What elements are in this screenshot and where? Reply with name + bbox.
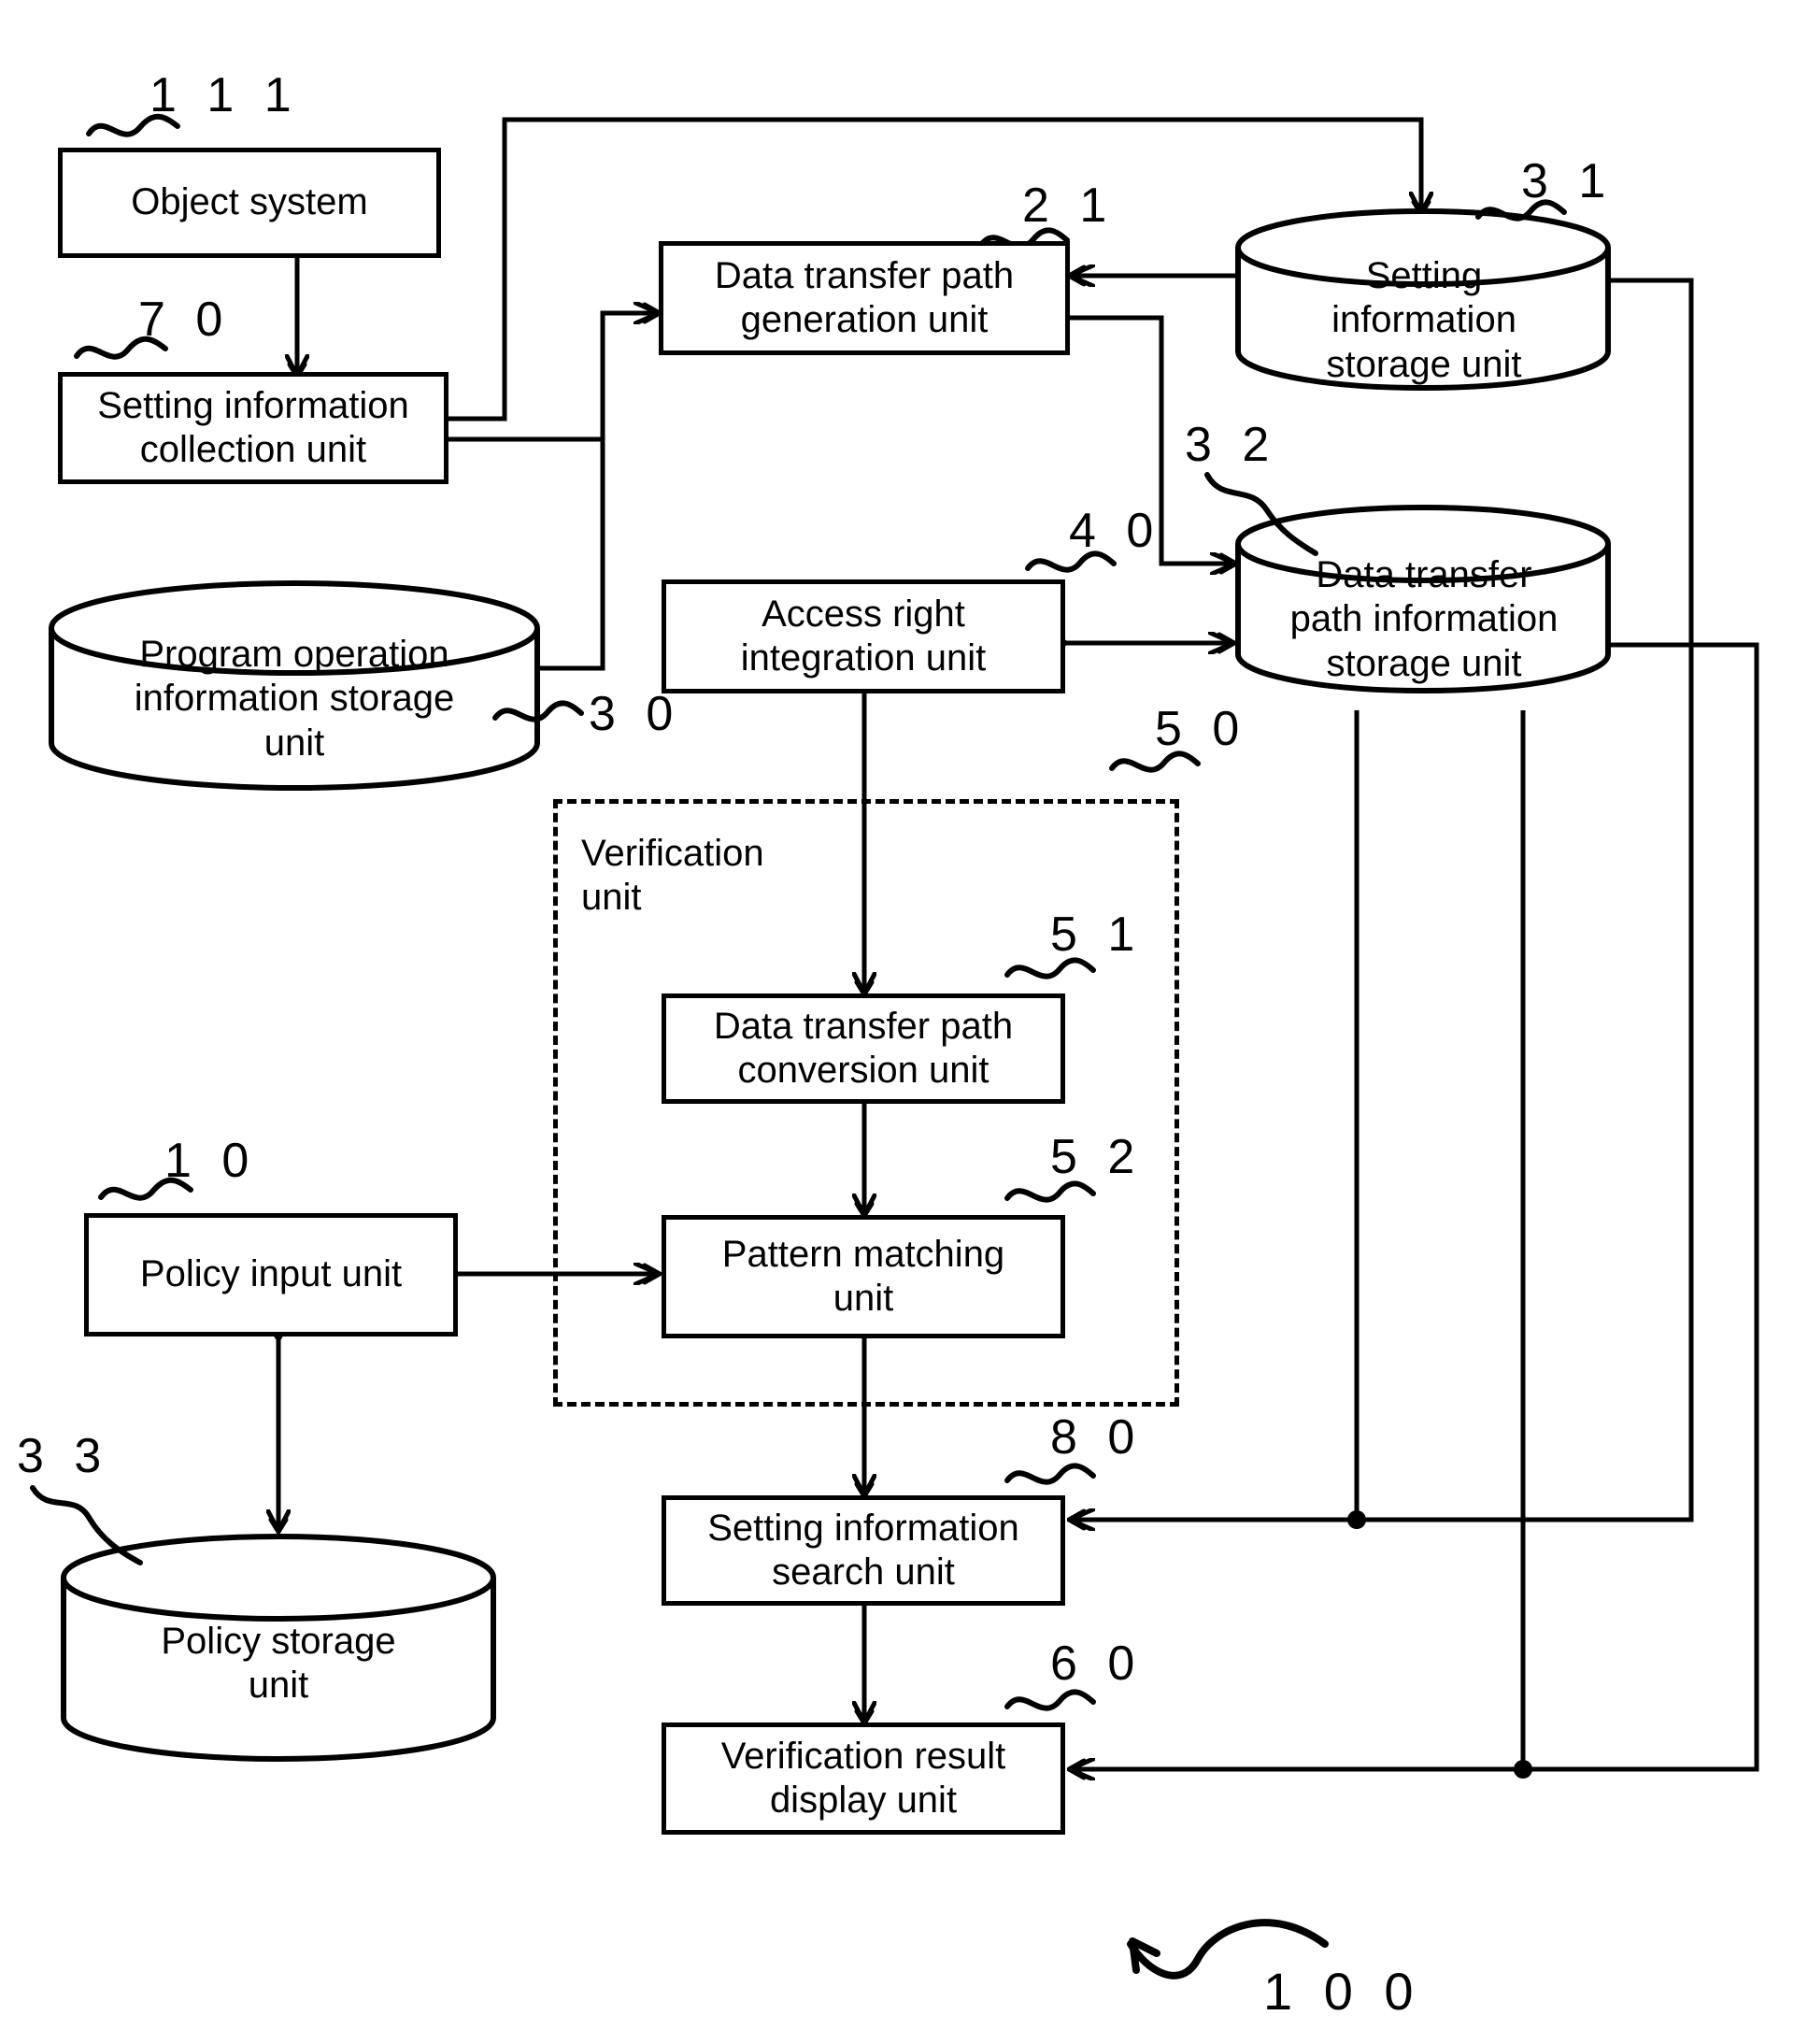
node-data-transfer-path-generation-unit[interactable]: Data transfer path generation unit <box>659 241 1070 355</box>
node-access-right-integration-unit[interactable]: Access right integration unit <box>662 579 1065 693</box>
cylinder-policy-storage <box>61 1533 496 1763</box>
node-setting-information-search-unit-line-1: Setting information <box>707 1507 1019 1549</box>
ref-50: 5 0 <box>1155 702 1248 756</box>
node-pattern-matching-unit-line-1: Pattern matching <box>721 1233 1005 1275</box>
node-setting-information-storage-unit-line-1: Setting <box>1365 255 1483 297</box>
node-setting-information-storage-unit-line-3: storage unit <box>1326 343 1522 385</box>
node-verification-result-display-unit[interactable]: Verification result display unit <box>662 1722 1065 1835</box>
node-setting-information-search-unit-line-2: search unit <box>772 1551 955 1593</box>
ref-40: 4 0 <box>1069 504 1162 558</box>
group-verification-unit-label-line-1: Verification <box>581 833 764 874</box>
node-data-transfer-path-information-storage-unit-line-3: storage unit <box>1326 642 1522 684</box>
node-data-transfer-path-information-storage-unit[interactable]: Data transfer path information storage u… <box>1241 554 1607 683</box>
node-object-system[interactable]: Object system <box>58 148 441 258</box>
node-data-transfer-path-conversion-unit[interactable]: Data transfer path conversion unit <box>662 993 1065 1104</box>
node-policy-storage-unit-line-1: Policy storage <box>161 1620 396 1662</box>
node-setting-information-storage-unit-line-2: information <box>1331 299 1516 341</box>
group-verification-unit-label-line-2: unit <box>581 877 642 919</box>
node-setting-information-search-unit[interactable]: Setting information search unit <box>662 1495 1065 1606</box>
node-policy-storage-unit[interactable]: Policy storage unit <box>64 1612 493 1715</box>
ref-32: 3 2 <box>1185 418 1278 472</box>
node-data-transfer-path-conversion-unit-line-1: Data transfer path <box>713 1005 1014 1047</box>
cylinder-data-transfer-path-information-storage <box>1235 504 1611 694</box>
node-policy-storage-unit-line-2: unit <box>248 1665 309 1706</box>
node-verification-result-display-unit-line-1: Verification result <box>720 1735 1006 1777</box>
node-program-operation-information-storage-unit-line-2: information storage <box>134 678 455 720</box>
node-setting-information-storage-unit[interactable]: Setting information storage unit <box>1241 255 1607 384</box>
ref-33: 3 3 <box>17 1429 110 1483</box>
node-policy-input-unit-line-1: Policy input unit <box>139 1253 403 1295</box>
node-pattern-matching-unit-line-2: unit <box>833 1278 894 1319</box>
ref-111: 1 1 1 <box>149 68 300 122</box>
cylinder-program-operation-storage <box>49 579 540 792</box>
node-data-transfer-path-information-storage-unit-line-2: path information <box>1289 598 1559 640</box>
ref-52: 5 2 <box>1050 1130 1144 1184</box>
ref-21: 2 1 <box>1022 179 1116 233</box>
ref-60: 6 0 <box>1050 1637 1144 1691</box>
node-program-operation-information-storage-unit-line-1: Program operation <box>139 634 449 676</box>
ref-100-overall-system: 1 0 0 <box>1263 1962 1422 2021</box>
node-data-transfer-path-information-storage-unit-line-1: Data transfer <box>1316 554 1532 596</box>
ref-31: 3 1 <box>1521 154 1615 208</box>
patent-figure-canvas: Object system 1 1 1 Setting information … <box>0 0 1808 2044</box>
group-verification-unit-label: Verification unit <box>581 832 861 920</box>
ref-51: 5 1 <box>1050 908 1144 962</box>
node-access-right-integration-unit-line-1: Access right <box>762 593 965 635</box>
node-program-operation-information-storage-unit[interactable]: Program operation information storage un… <box>56 634 533 763</box>
ref-70: 7 0 <box>138 293 232 347</box>
ref-10: 1 0 <box>164 1134 258 1188</box>
node-data-transfer-path-generation-unit-line-2: generation unit <box>740 299 989 340</box>
node-verification-result-display-unit-line-2: display unit <box>769 1780 958 1821</box>
node-pattern-matching-unit[interactable]: Pattern matching unit <box>662 1215 1065 1338</box>
node-access-right-integration-unit-line-2: integration unit <box>740 637 987 679</box>
ref-30: 3 0 <box>589 687 682 741</box>
node-setting-information-collection-unit-line-1: Setting information <box>97 384 409 426</box>
node-policy-input-unit[interactable]: Policy input unit <box>84 1213 458 1336</box>
node-setting-information-collection-unit-line-2: collection unit <box>139 429 367 470</box>
node-object-system-line-1: Object system <box>131 181 368 223</box>
node-data-transfer-path-generation-unit-line-1: Data transfer path <box>714 254 1015 296</box>
node-data-transfer-path-conversion-unit-line-2: conversion unit <box>737 1050 989 1091</box>
node-setting-information-collection-unit[interactable]: Setting information collection unit <box>58 372 448 484</box>
node-program-operation-information-storage-unit-line-3: unit <box>263 722 325 764</box>
cylinder-setting-information-storage <box>1235 207 1611 392</box>
ref-80: 8 0 <box>1050 1410 1144 1465</box>
